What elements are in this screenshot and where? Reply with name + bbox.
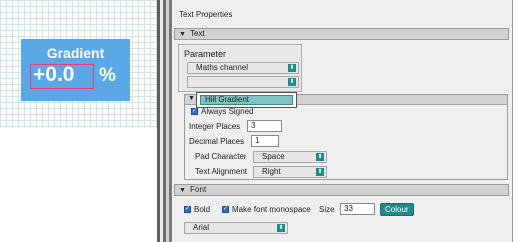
always-signed-row[interactable]: ✓ Always Signed <box>191 107 253 117</box>
collapse-triangle-icon: ▼ <box>179 31 186 38</box>
select-arrow-icon: ⬍ <box>277 224 285 232</box>
font-family-value: Arial <box>193 223 210 232</box>
widget-unit: % <box>99 65 116 86</box>
colour-button[interactable]: Colour <box>380 203 414 216</box>
pad-character-label: Pad Character <box>195 152 247 161</box>
always-signed-label: Always Signed <box>201 107 254 116</box>
checkbox-checked-icon[interactable]: ✓ <box>191 108 198 116</box>
font-section: ✓ Bold ✓ Make font monospace Size 33 Colou… <box>174 197 509 242</box>
collapse-triangle-icon: ▼ <box>179 187 186 194</box>
widget-value: +0.0 <box>33 63 75 86</box>
text-section-header[interactable]: ▼ Text <box>174 28 509 40</box>
parameter-label: Parameter <box>184 49 227 59</box>
font-section-header[interactable]: ▼ Font <box>174 184 509 196</box>
decimal-places-input[interactable]: 1 <box>251 135 279 147</box>
monospace-label: Make font monospace <box>232 205 311 214</box>
select-arrow-icon: ⬍ <box>316 153 324 161</box>
integer-places-label: Integer Places <box>189 122 241 131</box>
parameter-dropdown-list: Hill Gradient <box>196 92 297 108</box>
parameter-group: Parameter Maths channel ⬍ ⬍ <box>178 44 302 92</box>
checkbox-checked-icon[interactable]: ✓ <box>222 206 229 214</box>
dropdown-option-hill-gradient[interactable]: Hill Gradient <box>200 95 293 105</box>
select-arrow-icon: ⬍ <box>288 64 296 72</box>
checkbox-checked-icon[interactable]: ✓ <box>184 206 191 214</box>
font-section-label: Font <box>190 185 207 194</box>
widget-title: Gradient <box>46 45 105 61</box>
collapse-triangle-icon: ▼ <box>188 95 195 102</box>
text-alignment-select[interactable]: Right ⬍ <box>253 166 327 178</box>
integer-places-input[interactable]: 3 <box>247 120 282 132</box>
bold-row[interactable]: ✓ Bold <box>184 205 210 215</box>
pad-character-select[interactable]: Space ⬍ <box>253 151 327 163</box>
parameter-select[interactable]: Maths channel ⬍ <box>187 62 299 74</box>
monospace-row[interactable]: ✓ Make font monospace <box>222 205 311 215</box>
properties-panel: Text Properties ▼ Text Parameter Maths c… <box>172 0 513 242</box>
select-arrow-icon: ⬍ <box>316 168 324 176</box>
pad-character-value: Space <box>262 152 285 161</box>
text-alignment-label: Text Alignment <box>195 167 248 176</box>
parameter-select-value: Maths channel <box>196 63 249 72</box>
parameter-sub-select[interactable]: ⬍ <box>187 76 299 88</box>
preview-pane: Gradient +0.0 % <box>0 0 160 242</box>
text-alignment-value: Right <box>262 167 281 176</box>
bold-label: Bold <box>194 205 211 214</box>
size-label: Size <box>319 205 335 214</box>
window-edge <box>514 0 521 242</box>
font-family-select[interactable]: Arial ⬍ <box>184 222 288 234</box>
font-size-input[interactable]: 33 <box>340 203 375 215</box>
panel-title: Text Properties <box>179 10 233 19</box>
text-section-label: Text <box>190 29 205 38</box>
select-arrow-icon: ⬍ <box>288 78 296 86</box>
decimal-places-label: Decimal Places <box>189 137 245 146</box>
gradient-widget[interactable]: Gradient +0.0 % <box>21 39 130 101</box>
